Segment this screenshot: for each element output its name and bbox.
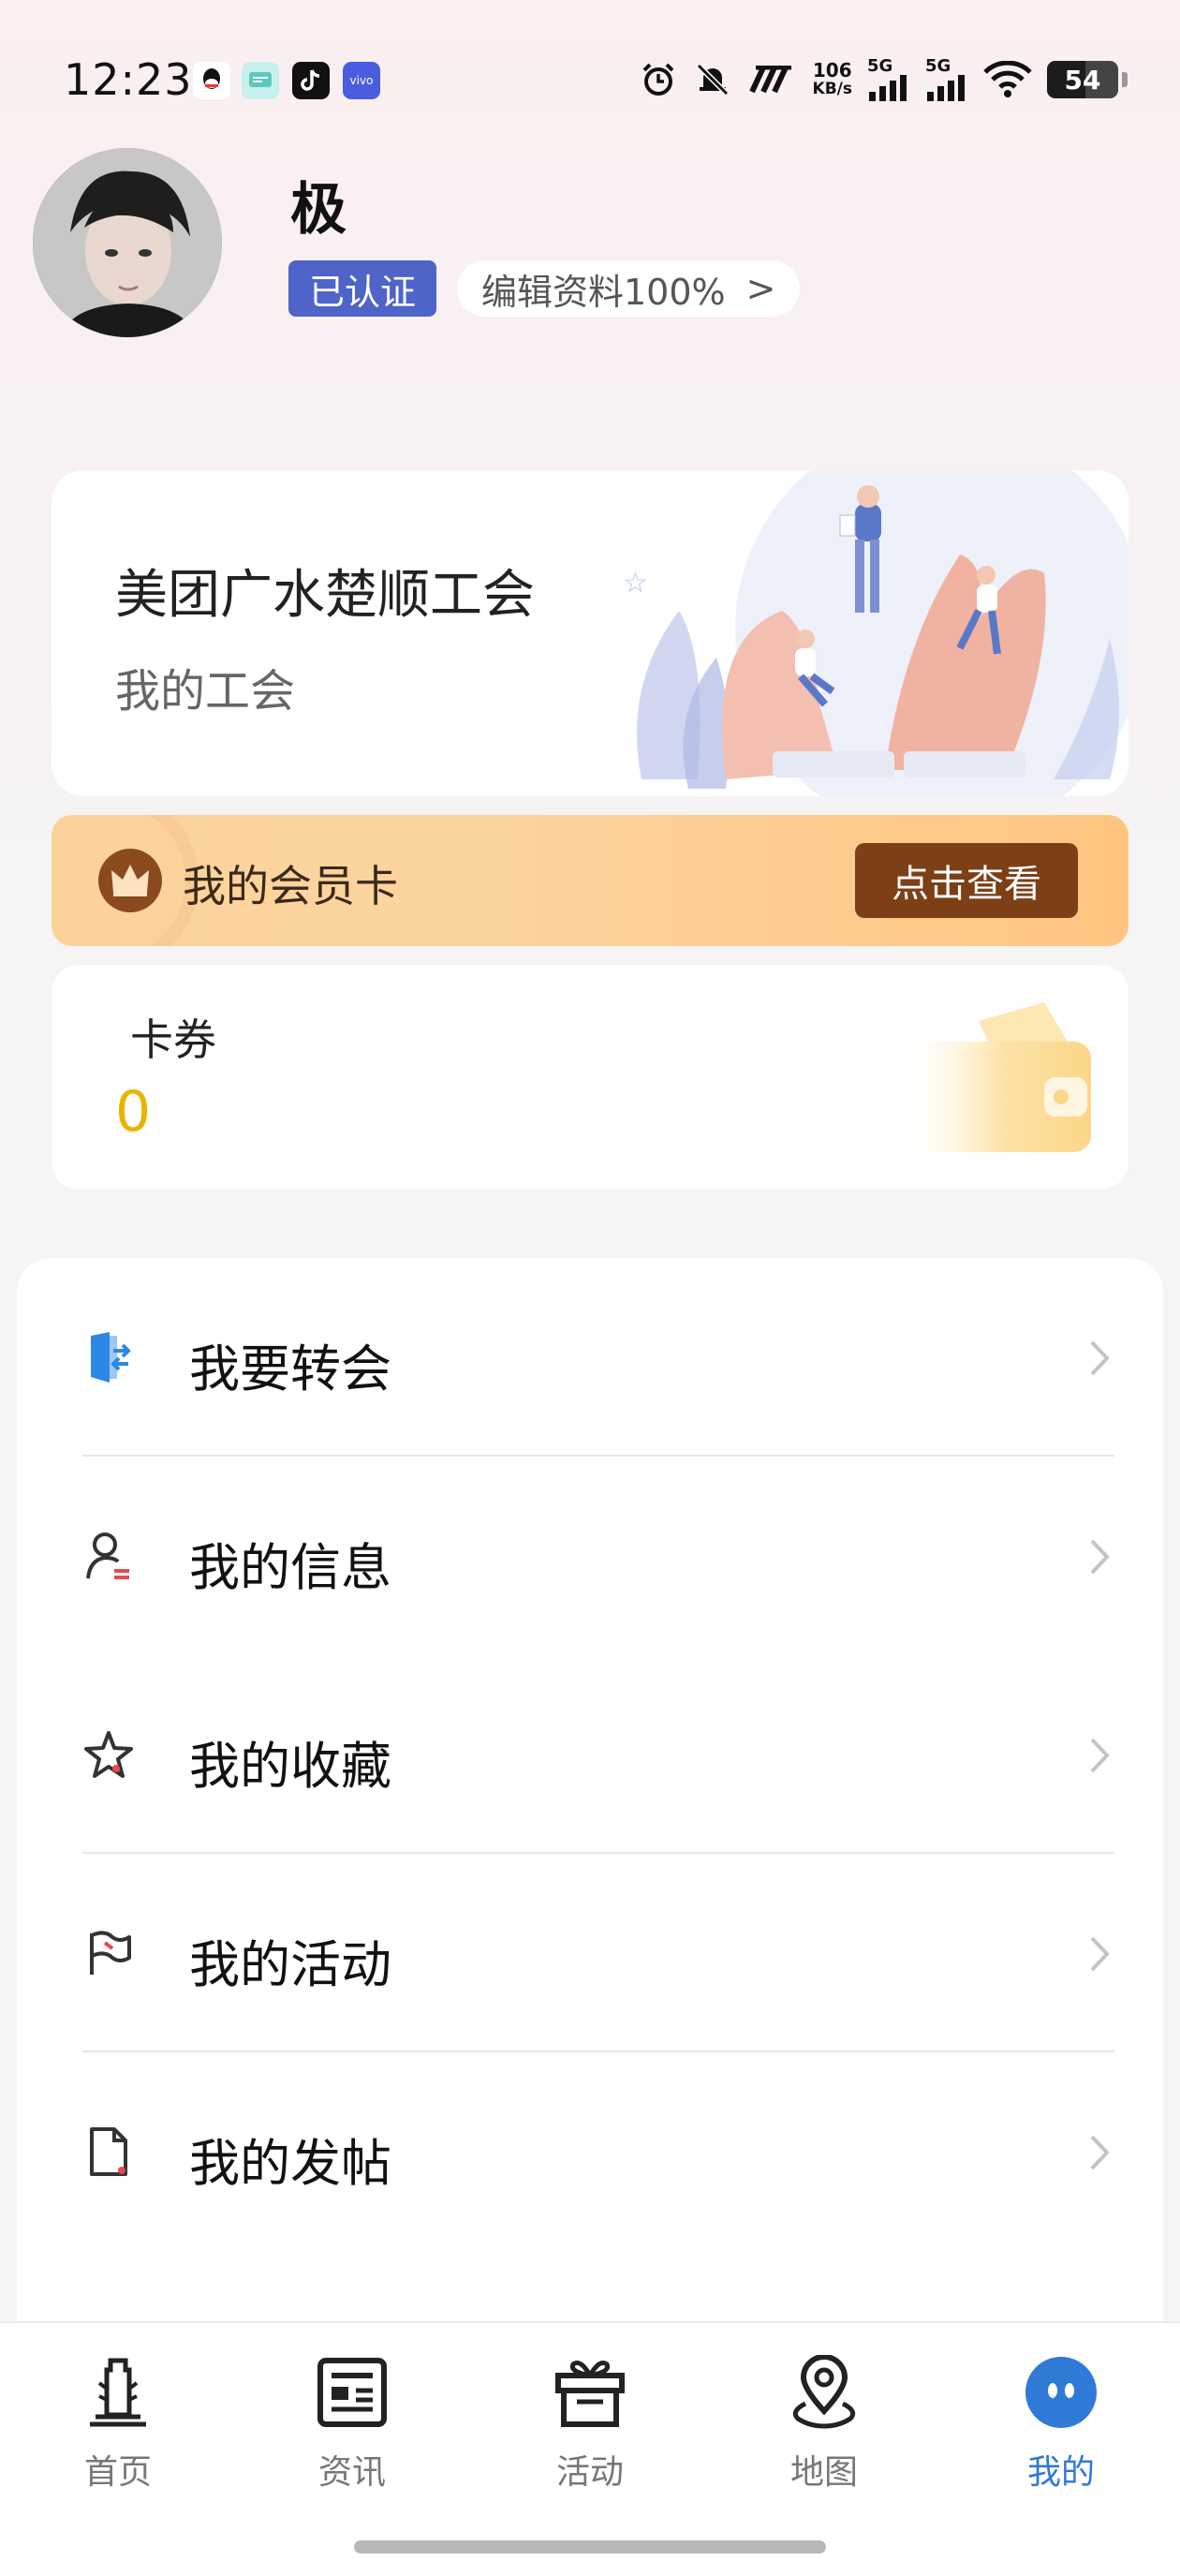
net-speed-unit: KB/s (812, 80, 852, 98)
avatar[interactable] (33, 148, 222, 337)
coupon-label: 卡券 (130, 1014, 216, 1065)
signal-2-label: 5G (925, 56, 951, 76)
wifi-icon (983, 60, 1032, 99)
menu-label: 我的活动 (189, 1935, 391, 1994)
gift-icon (551, 2353, 629, 2432)
home-tower-icon (79, 2353, 157, 2432)
member-card[interactable]: 我的会员卡 点击查看 (52, 815, 1128, 946)
menu-label: 我要转会 (189, 1340, 391, 1399)
nfc-icon (747, 60, 798, 99)
battery-indicator: 54 (1047, 61, 1118, 98)
chevron-right-icon (1090, 1738, 1110, 1773)
verified-badge: 已认证 (288, 260, 437, 317)
vivo-icon: vivo (343, 62, 380, 99)
bell-muted-icon (693, 60, 732, 99)
message-icon (242, 62, 279, 99)
transfer-door-icon (81, 1329, 137, 1385)
nav-label: 地图 (789, 2453, 858, 2492)
menu-item-favorites[interactable]: 我的收藏 (17, 1655, 1163, 1854)
nav-item-activities[interactable]: 活动 (515, 2353, 665, 2503)
nav-label: 活动 (555, 2453, 624, 2492)
signal-1-label: 5G (867, 56, 893, 76)
flag-icon (81, 1925, 137, 1981)
signal-2: 5G (925, 58, 968, 101)
net-speed: 106 KB/s (813, 61, 852, 98)
nav-label: 资讯 (317, 2453, 386, 2492)
union-card[interactable]: 美团广水楚顺工会 我的工会 ☆ (52, 470, 1128, 796)
menu-list: 我要转会 我的信息 我的收藏 我的活动 我的发帖 (17, 1258, 1163, 2326)
member-card-label: 我的会员卡 (183, 861, 398, 911)
map-pin-icon (785, 2353, 863, 2432)
menu-item-transfer[interactable]: 我要转会 (17, 1258, 1163, 1457)
nav-item-mine[interactable]: 我的 (986, 2353, 1136, 2503)
menu-label: 我的信息 (189, 1538, 391, 1597)
alarm-icon (639, 60, 678, 99)
chevron-right-icon (1090, 1340, 1110, 1376)
status-bar: 12:23 vivo 106 KB/s 5G 5G 54 (0, 0, 1180, 159)
nav-item-map[interactable]: 地图 (749, 2353, 899, 2503)
coupon-count: 0 (115, 1079, 152, 1145)
svg-text:☆: ☆ (623, 567, 648, 600)
chevron-right-icon (1090, 1539, 1110, 1575)
nav-item-news[interactable]: 资讯 (277, 2353, 427, 2503)
edit-profile-label: 编辑资料100% (481, 271, 726, 313)
bottom-nav: 首页 资讯 活动 地图 我的 (0, 2321, 1180, 2576)
battery-level: 54 (1064, 64, 1101, 96)
menu-item-activities[interactable]: 我的活动 (17, 1854, 1163, 2052)
qq-icon (193, 62, 230, 99)
nav-label: 首页 (83, 2453, 152, 2492)
crown-icon (98, 849, 162, 912)
edit-profile-button[interactable]: 编辑资料100% > (457, 260, 801, 317)
menu-label: 我的收藏 (189, 1737, 391, 1796)
nav-label: 我的 (1026, 2453, 1095, 2492)
home-indicator[interactable] (354, 2540, 826, 2554)
view-member-card-button[interactable]: 点击查看 (855, 843, 1078, 918)
chevron-right-icon (1090, 1936, 1110, 1972)
menu-item-info[interactable]: 我的信息 (17, 1457, 1163, 1655)
signal-1: 5G (867, 58, 910, 101)
news-icon (313, 2353, 391, 2432)
document-icon (81, 2124, 137, 2180)
chevron-right-icon (1090, 2135, 1110, 2170)
username: 极 (290, 177, 347, 243)
star-icon (81, 1726, 137, 1783)
union-illustration: ☆ (623, 470, 1128, 796)
menu-item-posts[interactable]: 我的发帖 (17, 2052, 1163, 2251)
union-name: 美团广水楚顺工会 (115, 565, 535, 626)
net-speed-value: 106 (812, 59, 852, 81)
nav-item-home[interactable]: 首页 (43, 2353, 193, 2503)
profile-face-icon (1022, 2353, 1100, 2432)
tiktok-icon (292, 62, 330, 99)
chevron-right-icon: > (745, 268, 776, 309)
menu-label: 我的发帖 (189, 2134, 391, 2193)
signal-bars-icon (869, 75, 907, 101)
person-info-icon (81, 1528, 137, 1584)
coupon-card[interactable]: 卡券 0 (52, 965, 1128, 1190)
signal-bars-icon (927, 75, 965, 101)
wallet-icon (913, 1002, 1091, 1152)
union-subtitle: 我的工会 (115, 665, 296, 718)
status-time: 12:23 (64, 54, 193, 105)
battery-tip (1122, 72, 1128, 87)
